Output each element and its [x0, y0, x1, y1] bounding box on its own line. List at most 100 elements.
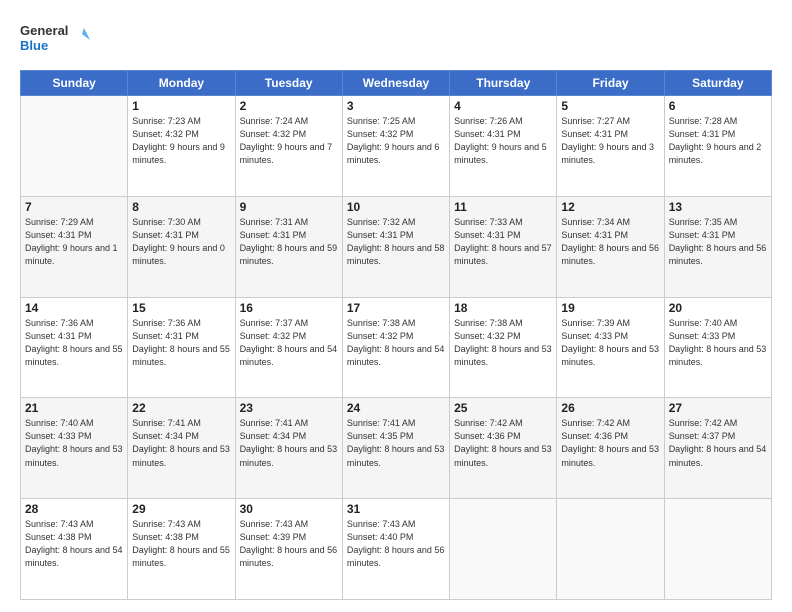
cell-sun-info: Sunrise: 7:34 AMSunset: 4:31 PMDaylight:… — [561, 216, 659, 268]
calendar-cell — [450, 499, 557, 600]
calendar-cell — [664, 499, 771, 600]
calendar-cell: 26 Sunrise: 7:42 AMSunset: 4:36 PMDayligh… — [557, 398, 664, 499]
cell-sun-info: Sunrise: 7:41 AMSunset: 4:35 PMDaylight:… — [347, 417, 445, 469]
day-number: 13 — [669, 200, 767, 214]
weekday-header-tuesday: Tuesday — [235, 71, 342, 96]
day-number: 2 — [240, 99, 338, 113]
day-number: 12 — [561, 200, 659, 214]
day-number: 27 — [669, 401, 767, 415]
cell-sun-info: Sunrise: 7:43 AMSunset: 4:39 PMDaylight:… — [240, 518, 338, 570]
logo-svg: General Blue — [20, 18, 90, 60]
day-number: 29 — [132, 502, 230, 516]
day-number: 16 — [240, 301, 338, 315]
day-number: 18 — [454, 301, 552, 315]
calendar-week-row: 7 Sunrise: 7:29 AMSunset: 4:31 PMDaylight… — [21, 196, 772, 297]
day-number: 5 — [561, 99, 659, 113]
header: General Blue — [20, 18, 772, 60]
day-number: 17 — [347, 301, 445, 315]
calendar-cell: 23Sunrise: 7:41 AMSunset: 4:34 PMDayligh… — [235, 398, 342, 499]
day-number: 10 — [347, 200, 445, 214]
calendar-cell: 8 Sunrise: 7:30 AMSunset: 4:31 PMDaylight… — [128, 196, 235, 297]
day-number: 21 — [25, 401, 123, 415]
day-number: 8 — [132, 200, 230, 214]
day-number: 26 — [561, 401, 659, 415]
cell-sun-info: Sunrise: 7:30 AMSunset: 4:31 PMDaylight:… — [132, 216, 230, 268]
day-number: 20 — [669, 301, 767, 315]
weekday-header-row: SundayMondayTuesdayWednesdayThursdayFrid… — [21, 71, 772, 96]
calendar-cell: 14Sunrise: 7:36 AMSunset: 4:31 PMDayligh… — [21, 297, 128, 398]
cell-sun-info: Sunrise: 7:27 AMSunset: 4:31 PMDaylight:… — [561, 115, 659, 167]
cell-sun-info: Sunrise: 7:36 AMSunset: 4:31 PMDaylight:… — [132, 317, 230, 369]
calendar-cell: 29Sunrise: 7:43 AMSunset: 4:38 PMDayligh… — [128, 499, 235, 600]
cell-sun-info: Sunrise: 7:38 AMSunset: 4:32 PMDaylight:… — [347, 317, 445, 369]
logo: General Blue — [20, 18, 90, 60]
day-number: 25 — [454, 401, 552, 415]
cell-sun-info: Sunrise: 7:32 AMSunset: 4:31 PMDaylight:… — [347, 216, 445, 268]
day-number: 6 — [669, 99, 767, 113]
cell-sun-info: Sunrise: 7:40 AMSunset: 4:33 PMDaylight:… — [25, 417, 123, 469]
cell-sun-info: Sunrise: 7:42 AMSunset: 4:37 PMDaylight:… — [669, 417, 767, 469]
calendar-cell: 6 Sunrise: 7:28 AMSunset: 4:31 PMDaylight… — [664, 96, 771, 197]
weekday-header-friday: Friday — [557, 71, 664, 96]
calendar-cell: 3Sunrise: 7:25 AMSunset: 4:32 PMDaylight… — [342, 96, 449, 197]
day-number: 30 — [240, 502, 338, 516]
cell-sun-info: Sunrise: 7:28 AMSunset: 4:31 PMDaylight:… — [669, 115, 767, 167]
cell-sun-info: Sunrise: 7:29 AMSunset: 4:31 PMDaylight:… — [25, 216, 123, 268]
calendar-cell: 17 Sunrise: 7:38 AMSunset: 4:32 PMDayligh… — [342, 297, 449, 398]
calendar-table: SundayMondayTuesdayWednesdayThursdayFrid… — [20, 70, 772, 600]
calendar-cell: 28 Sunrise: 7:43 AMSunset: 4:38 PMDayligh… — [21, 499, 128, 600]
svg-text:Blue: Blue — [20, 38, 48, 53]
cell-sun-info: Sunrise: 7:35 AMSunset: 4:31 PMDaylight:… — [669, 216, 767, 268]
calendar-cell: 18 Sunrise: 7:38 AMSunset: 4:32 PMDayligh… — [450, 297, 557, 398]
weekday-header-saturday: Saturday — [664, 71, 771, 96]
cell-sun-info: Sunrise: 7:43 AMSunset: 4:38 PMDaylight:… — [25, 518, 123, 570]
calendar-cell: 31 Sunrise: 7:43 AMSunset: 4:40 PMDayligh… — [342, 499, 449, 600]
calendar-week-row: 1 Sunrise: 7:23 AMSunset: 4:32 PMDaylight… — [21, 96, 772, 197]
calendar-cell: 5 Sunrise: 7:27 AMSunset: 4:31 PMDaylight… — [557, 96, 664, 197]
cell-sun-info: Sunrise: 7:37 AMSunset: 4:32 PMDaylight:… — [240, 317, 338, 369]
calendar-cell: 9 Sunrise: 7:31 AMSunset: 4:31 PMDaylight… — [235, 196, 342, 297]
cell-sun-info: Sunrise: 7:40 AMSunset: 4:33 PMDaylight:… — [669, 317, 767, 369]
day-number: 11 — [454, 200, 552, 214]
cell-sun-info: Sunrise: 7:23 AMSunset: 4:32 PMDaylight:… — [132, 115, 230, 167]
calendar-week-row: 14Sunrise: 7:36 AMSunset: 4:31 PMDayligh… — [21, 297, 772, 398]
day-number: 4 — [454, 99, 552, 113]
day-number: 19 — [561, 301, 659, 315]
day-number: 22 — [132, 401, 230, 415]
calendar-cell: 22Sunrise: 7:41 AMSunset: 4:34 PMDayligh… — [128, 398, 235, 499]
day-number: 28 — [25, 502, 123, 516]
cell-sun-info: Sunrise: 7:33 AMSunset: 4:31 PMDaylight:… — [454, 216, 552, 268]
weekday-header-wednesday: Wednesday — [342, 71, 449, 96]
calendar-week-row: 28 Sunrise: 7:43 AMSunset: 4:38 PMDayligh… — [21, 499, 772, 600]
calendar-cell: 24Sunrise: 7:41 AMSunset: 4:35 PMDayligh… — [342, 398, 449, 499]
cell-sun-info: Sunrise: 7:24 AMSunset: 4:32 PMDaylight:… — [240, 115, 338, 167]
calendar-cell: 12 Sunrise: 7:34 AMSunset: 4:31 PMDayligh… — [557, 196, 664, 297]
page: General Blue SundayMondayTuesdayWednesda… — [0, 0, 792, 612]
calendar-cell: 10 Sunrise: 7:32 AMSunset: 4:31 PMDayligh… — [342, 196, 449, 297]
weekday-header-sunday: Sunday — [21, 71, 128, 96]
cell-sun-info: Sunrise: 7:42 AMSunset: 4:36 PMDaylight:… — [454, 417, 552, 469]
calendar-cell: 4 Sunrise: 7:26 AMSunset: 4:31 PMDaylight… — [450, 96, 557, 197]
cell-sun-info: Sunrise: 7:42 AMSunset: 4:36 PMDaylight:… — [561, 417, 659, 469]
calendar-cell: 1 Sunrise: 7:23 AMSunset: 4:32 PMDaylight… — [128, 96, 235, 197]
day-number: 1 — [132, 99, 230, 113]
calendar-cell: 13 Sunrise: 7:35 AMSunset: 4:31 PMDayligh… — [664, 196, 771, 297]
day-number: 31 — [347, 502, 445, 516]
cell-sun-info: Sunrise: 7:38 AMSunset: 4:32 PMDaylight:… — [454, 317, 552, 369]
calendar-cell: 2 Sunrise: 7:24 AMSunset: 4:32 PMDaylight… — [235, 96, 342, 197]
weekday-header-monday: Monday — [128, 71, 235, 96]
calendar-cell: 16 Sunrise: 7:37 AMSunset: 4:32 PMDayligh… — [235, 297, 342, 398]
calendar-cell: 30 Sunrise: 7:43 AMSunset: 4:39 PMDayligh… — [235, 499, 342, 600]
day-number: 7 — [25, 200, 123, 214]
day-number: 9 — [240, 200, 338, 214]
day-number: 3 — [347, 99, 445, 113]
day-number: 15 — [132, 301, 230, 315]
cell-sun-info: Sunrise: 7:26 AMSunset: 4:31 PMDaylight:… — [454, 115, 552, 167]
cell-sun-info: Sunrise: 7:39 AMSunset: 4:33 PMDaylight:… — [561, 317, 659, 369]
calendar-cell: 7 Sunrise: 7:29 AMSunset: 4:31 PMDaylight… — [21, 196, 128, 297]
cell-sun-info: Sunrise: 7:43 AMSunset: 4:40 PMDaylight:… — [347, 518, 445, 570]
cell-sun-info: Sunrise: 7:31 AMSunset: 4:31 PMDaylight:… — [240, 216, 338, 268]
calendar-cell: 25 Sunrise: 7:42 AMSunset: 4:36 PMDayligh… — [450, 398, 557, 499]
calendar-week-row: 21 Sunrise: 7:40 AMSunset: 4:33 PMDayligh… — [21, 398, 772, 499]
calendar-cell: 27 Sunrise: 7:42 AMSunset: 4:37 PMDayligh… — [664, 398, 771, 499]
